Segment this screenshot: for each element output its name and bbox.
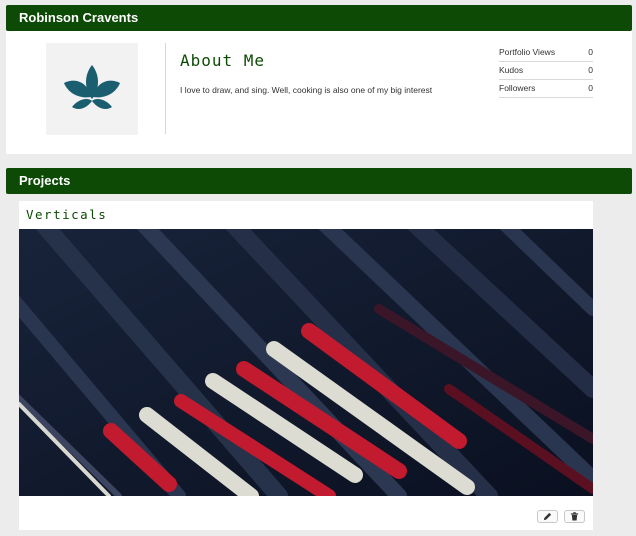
project-title[interactable]: Verticals bbox=[26, 207, 107, 222]
project-image[interactable] bbox=[19, 229, 593, 496]
projects-panel: Verticals bbox=[6, 194, 632, 536]
stat-row-portfolio-views: Portfolio Views 0 bbox=[499, 44, 593, 62]
projects-heading: Projects bbox=[19, 173, 71, 188]
about-text: I love to draw, and sing. Well, cooking … bbox=[180, 85, 433, 95]
edit-button[interactable] bbox=[537, 510, 558, 523]
leaf-logo-icon bbox=[64, 65, 120, 109]
stat-label: Portfolio Views bbox=[499, 47, 556, 57]
delete-button[interactable] bbox=[564, 510, 585, 523]
stat-value: 0 bbox=[588, 83, 593, 93]
projects-header: Projects bbox=[6, 168, 632, 194]
profile-name: Robinson Cravents bbox=[19, 10, 139, 25]
stat-row-followers: Followers 0 bbox=[499, 80, 593, 98]
stat-value: 0 bbox=[588, 47, 593, 57]
profile-panel: About Me I love to draw, and sing. Well,… bbox=[6, 31, 632, 154]
abstract-diagonal-stripes-image bbox=[19, 229, 593, 496]
about-title: About Me bbox=[180, 51, 266, 70]
pencil-icon bbox=[543, 512, 552, 521]
stat-label: Kudos bbox=[499, 65, 524, 75]
stat-label: Followers bbox=[499, 83, 536, 93]
stat-row-kudos: Kudos 0 bbox=[499, 62, 593, 80]
stats-list: Portfolio Views 0 Kudos 0 Followers 0 bbox=[499, 44, 593, 98]
stat-value: 0 bbox=[588, 65, 593, 75]
profile-header: Robinson Cravents bbox=[6, 5, 632, 31]
trash-icon bbox=[570, 512, 579, 521]
avatar bbox=[46, 43, 138, 135]
divider bbox=[165, 43, 166, 134]
project-card[interactable]: Verticals bbox=[19, 201, 593, 530]
